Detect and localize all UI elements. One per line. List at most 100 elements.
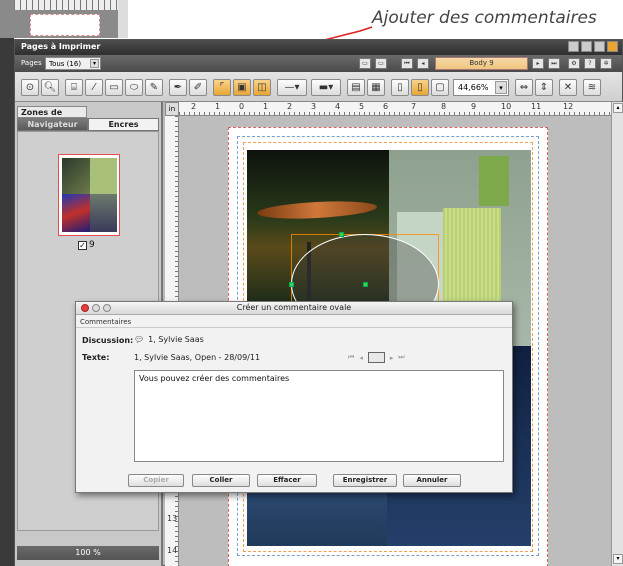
- close-icon[interactable]: [81, 304, 89, 312]
- zoom-tool-icon[interactable]: 🔍︎: [41, 79, 59, 96]
- ruler-tick-label: 12: [563, 102, 574, 111]
- resize-handle[interactable]: [289, 282, 294, 287]
- export-icon[interactable]: [607, 41, 618, 52]
- current-comment-indicator[interactable]: [367, 352, 385, 363]
- window-traffic-lights: [81, 304, 111, 312]
- line-comment-tool-icon[interactable]: ⁄: [85, 79, 103, 96]
- divider: [76, 327, 512, 328]
- scroll-up-icon[interactable]: ▴: [613, 103, 623, 113]
- paste-button[interactable]: Coller: [192, 474, 250, 487]
- ruler-tick-label: 9: [471, 102, 477, 111]
- page-icon[interactable]: ▯: [391, 79, 409, 96]
- options-icon[interactable]: ≋: [583, 79, 601, 96]
- comment-navigation: ⏮ ◂ ▸ ⏭: [348, 352, 405, 363]
- clear-button[interactable]: Effacer: [257, 474, 317, 487]
- rect-comment-tool-icon[interactable]: ▭: [105, 79, 123, 96]
- dialog-titlebar: Créer un commentaire ovale: [76, 302, 512, 315]
- tab-inks[interactable]: Encres: [88, 118, 159, 131]
- window-title: Pages à Imprimer: [21, 42, 101, 51]
- zoom-input[interactable]: 44,66% ▾: [453, 79, 509, 96]
- close-view-icon[interactable]: ✕: [559, 79, 577, 96]
- ruler-tick-label: 14: [167, 546, 178, 555]
- comment-bubble-icon: 💬︎: [134, 335, 145, 344]
- fit-width-icon[interactable]: ⇔: [515, 79, 533, 96]
- resize-handle[interactable]: [363, 282, 368, 287]
- dialog-title: Créer un commentaire ovale: [236, 303, 352, 312]
- first-comment-icon[interactable]: ⏮: [348, 353, 354, 362]
- help-icon[interactable]: ?: [584, 58, 596, 69]
- chevron-down-icon: ▾: [90, 59, 99, 68]
- oval-comment-tool-icon[interactable]: ⬭: [125, 79, 143, 96]
- ruler-tick-label: 7: [411, 102, 417, 111]
- preview-icon[interactable]: ▢: [431, 79, 449, 96]
- note-tool-icon[interactable]: ⌸: [65, 79, 83, 96]
- box-tool-icon[interactable]: ◫: [253, 79, 271, 96]
- select-tool-icon[interactable]: ⊙: [21, 79, 39, 96]
- ruler-tick-label: 8: [441, 102, 447, 111]
- single-page-view-button[interactable]: ▭: [359, 58, 371, 69]
- active-page-icon[interactable]: ▯: [411, 79, 429, 96]
- ruler-tick-label: 1: [215, 102, 221, 111]
- window-controls: [568, 41, 618, 52]
- page-checkbox[interactable]: ✓: [78, 240, 87, 250]
- crop-tool-icon[interactable]: ⌜: [213, 79, 231, 96]
- ruler-tick-label: 11: [531, 102, 542, 111]
- document-icon[interactable]: ▦: [367, 79, 385, 96]
- first-page-button[interactable]: ⏮: [401, 58, 413, 69]
- last-comment-icon[interactable]: ⏭: [398, 353, 404, 362]
- save-button[interactable]: Enregistrer: [333, 474, 397, 487]
- tab-navigator[interactable]: Navigateur: [17, 118, 88, 131]
- resize-handle[interactable]: [339, 232, 344, 237]
- panel-zoom-percent: 100 %: [17, 546, 159, 560]
- line-weight-select[interactable]: ▬▾: [311, 79, 341, 96]
- zoom-icon[interactable]: [103, 304, 111, 312]
- page-number-label: 9: [89, 240, 95, 250]
- line-style-select[interactable]: —▾: [277, 79, 307, 96]
- layout-icon[interactable]: [568, 41, 579, 52]
- grid-icon[interactable]: [581, 41, 592, 52]
- marker-tool-icon[interactable]: ✐: [189, 79, 207, 96]
- previous-comment-icon[interactable]: ◂: [359, 354, 363, 362]
- discussion-value-row: 💬︎ 1, Sylvie Saas: [134, 335, 204, 344]
- frame-tool-icon[interactable]: ▣: [233, 79, 251, 96]
- last-page-button[interactable]: ⏭: [548, 58, 560, 69]
- spread-view-button[interactable]: ▭: [375, 58, 387, 69]
- cancel-button[interactable]: Annuler: [403, 474, 461, 487]
- pages-select[interactable]: Tous (16) ▾: [45, 57, 101, 70]
- chevron-down-icon: ▾: [495, 81, 507, 94]
- tab-page-zones[interactable]: Zones de page: [17, 106, 87, 126]
- dialog-menu-comments[interactable]: Commentaires: [80, 318, 131, 326]
- discussion-value: 1, Sylvie Saas: [148, 335, 204, 344]
- create-oval-comment-dialog: Créer un commentaire ovale Commentaires …: [75, 301, 513, 493]
- copy-button[interactable]: Copier: [128, 474, 184, 487]
- ruler-tick-label: 0: [239, 102, 245, 111]
- texte-label: Texte:: [82, 353, 110, 362]
- ruler-tick-label: 2: [191, 102, 197, 111]
- next-comment-icon[interactable]: ▸: [390, 354, 394, 362]
- page-bar: Pages Tous (16) ▾ ▭ ▭ ⏮ ◂ Body 9 ▸ ⏭ ⚙ ?…: [15, 55, 622, 72]
- print-icon[interactable]: [594, 41, 605, 52]
- pen-tool-icon[interactable]: ✒: [169, 79, 187, 96]
- page-thumbnail[interactable]: [58, 154, 120, 236]
- comment-textarea[interactable]: Vous pouvez créer des commentaires: [134, 370, 504, 462]
- ruler-tick-label: 13: [167, 514, 178, 523]
- gear-icon[interactable]: ✲: [600, 58, 612, 69]
- ruler-units[interactable]: in: [165, 102, 179, 116]
- current-page-field[interactable]: Body 9: [435, 57, 528, 70]
- fit-page-icon[interactable]: ⇕: [535, 79, 553, 96]
- zoom-value: 44,66%: [458, 83, 489, 92]
- vertical-scrollbar[interactable]: ▴ ▾: [611, 102, 623, 566]
- scroll-down-icon[interactable]: ▾: [613, 554, 623, 564]
- ruler-tick-label: 5: [359, 102, 365, 111]
- stamp-tool-icon[interactable]: ✎: [145, 79, 163, 96]
- minimize-icon[interactable]: [92, 304, 100, 312]
- thumbnail-image-part: [90, 194, 117, 232]
- screenshot-root: Ajouter des commentaires Pages à Imprime…: [0, 0, 623, 566]
- horizontal-ruler: 2 1 0 1 2 3 4 5 6 7 8 9 10 11 12: [179, 102, 611, 116]
- thumbnail-image-part: [90, 158, 117, 194]
- main-toolbar: ⊙ 🔍︎ ⌸ ⁄ ▭ ⬭ ✎ ✒ ✐ ⌜ ▣ ◫ —▾ ▬▾ ▤ ▦ ▯ ▯ ▢…: [15, 72, 622, 102]
- layers-icon[interactable]: ▤: [347, 79, 365, 96]
- settings-icon[interactable]: ⚙: [568, 58, 580, 69]
- previous-page-button[interactable]: ◂: [417, 58, 429, 69]
- next-page-button[interactable]: ▸: [532, 58, 544, 69]
